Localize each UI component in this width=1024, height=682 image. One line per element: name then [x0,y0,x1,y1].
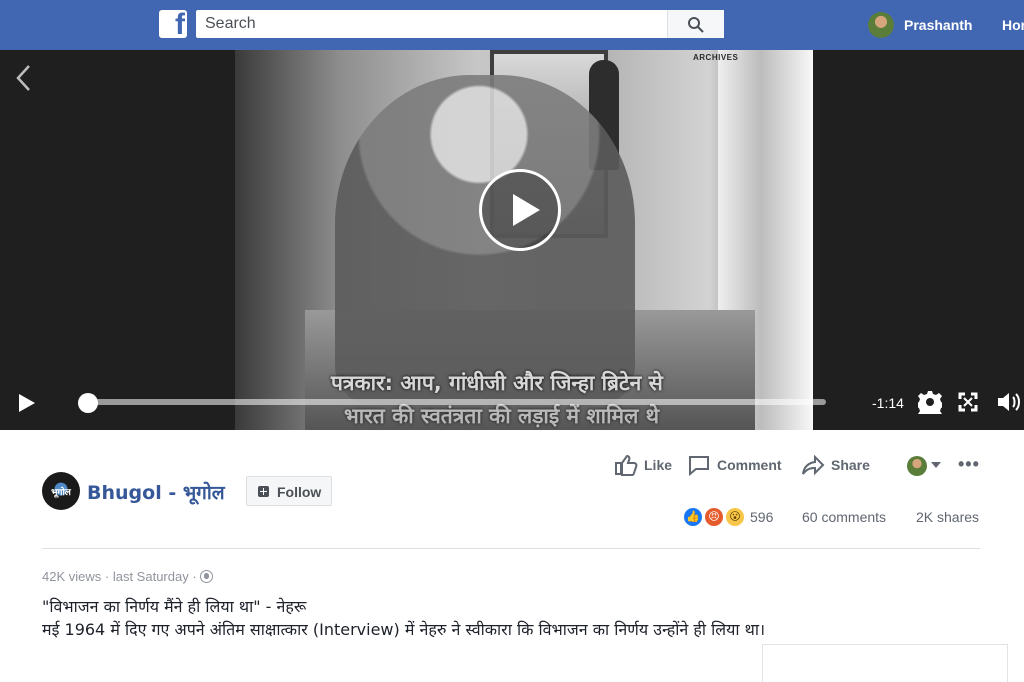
metadata-separator: · [104,569,110,584]
video-progress-bar[interactable] [81,399,826,405]
archive-watermark: ARCHIVES [693,53,739,62]
post-divider [42,548,980,549]
avatar[interactable] [907,456,927,476]
follow-button[interactable]: Follow [246,476,332,506]
chevron-down-icon[interactable] [931,462,941,468]
post-date[interactable]: last Saturday [113,569,189,584]
search-box [196,10,724,38]
avatar[interactable] [868,12,894,38]
follow-label: Follow [277,484,322,500]
post-description-line-1: "विभाजन का निर्णय मैंने ही लिया था" - ने… [42,597,307,616]
search-button[interactable] [667,10,724,38]
fullscreen-icon[interactable] [958,392,978,412]
back-chevron-icon[interactable] [14,63,32,93]
share-label: Share [831,457,870,473]
page-logo-text: भूगोल [51,488,71,498]
share-icon [802,454,825,476]
like-label: Like [644,457,673,473]
views-count: 42K views [42,569,102,584]
follow-plus-icon [258,486,269,497]
top-navigation-bar: f Prashanth Hom [0,0,1024,50]
search-icon [688,17,704,33]
post-description-line-2: मई 1964 में दिए गए अपने अंतिम साक्षात्का… [42,620,766,639]
video-scrubber[interactable] [78,393,99,413]
like-icon[interactable]: 👍 [682,506,704,528]
search-input[interactable] [196,10,675,38]
play-icon[interactable] [19,394,35,412]
video-subtitle-line-1: पत्रकार: आप, गांधीजी और जिन्हा ब्रिटेन स… [331,371,663,395]
thumbs-up-icon [615,454,638,476]
wow-icon[interactable]: 😮 [724,506,746,528]
video-subtitle-line-2: भारत की स्वतंत्रता की लड़ाई में शामिल थे [344,404,660,428]
home-link[interactable]: Hom [1002,17,1024,33]
video-time-remaining: -1:14 [872,395,904,411]
facebook-logo[interactable]: f [159,8,187,41]
post-metadata: 42K views · last Saturday · [42,569,214,584]
volume-icon[interactable] [996,390,1022,414]
comments-count[interactable]: 60 comments [802,509,886,525]
facebook-logo-text: f [175,8,185,41]
more-options-button[interactable]: ••• [958,454,980,475]
angry-icon[interactable]: 😠 [703,506,725,528]
profile-name[interactable]: Prashanth [904,17,972,33]
large-play-button[interactable] [479,169,561,251]
video-player[interactable]: ARCHIVES पत्रकार: आप, गांधीजी और जिन्हा … [0,50,1024,430]
comment-label: Comment [717,457,782,473]
gear-icon[interactable] [918,390,942,414]
shares-count[interactable]: 2K shares [916,509,979,525]
video-person [335,75,635,405]
comment-icon [689,456,709,476]
page-name-link[interactable]: Bhugol - भूगोल [87,479,225,505]
globe-icon [200,570,214,583]
comment-panel-peek [762,644,1008,682]
metadata-separator: · [192,569,197,584]
reaction-count[interactable]: 596 [750,509,773,525]
